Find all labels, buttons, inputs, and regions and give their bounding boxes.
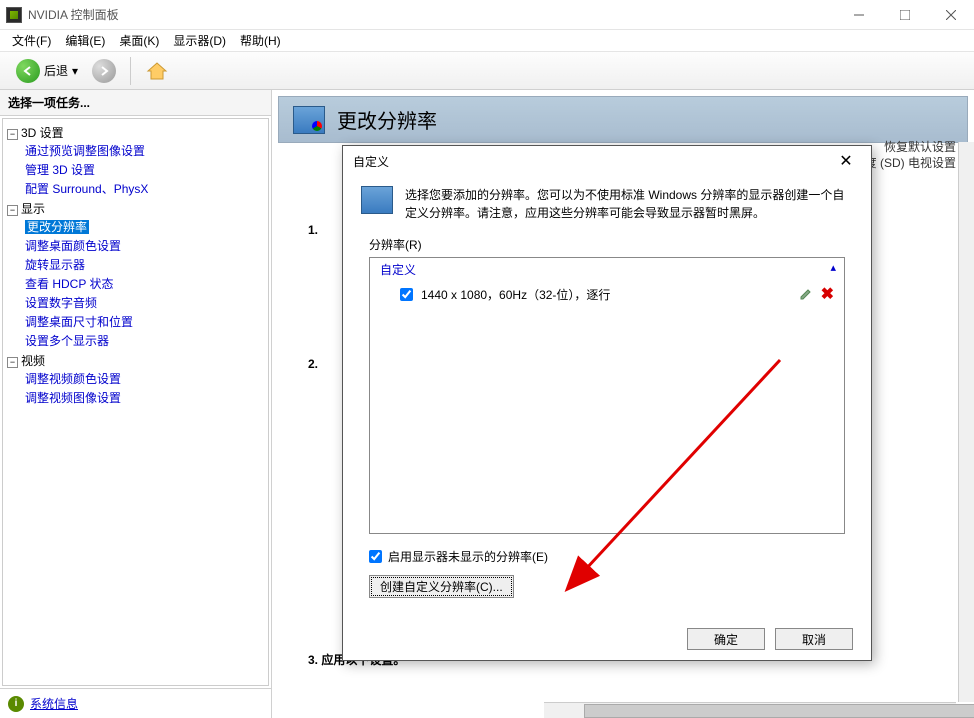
enable-hidden-row: 启用显示器未显示的分辨率(E)	[369, 548, 853, 565]
sidebar-footer: i 系统信息	[0, 688, 271, 718]
content-header: 更改分辨率	[278, 96, 968, 143]
step-2-label: 2.	[308, 357, 318, 371]
titlebar: NVIDIA 控制面板	[0, 0, 974, 30]
dialog-titlebar: 自定义 ✕	[343, 146, 871, 176]
tree-item-manage-3d[interactable]: 管理 3D 设置	[25, 163, 95, 177]
back-dropdown-icon: ▾	[72, 64, 78, 78]
resolution-group-header: 自定义	[370, 258, 844, 281]
toolbar-separator	[130, 57, 131, 85]
dialog-info-row: 选择您要添加的分辨率。您可以为不使用标准 Windows 分辨率的显示器创建一个…	[361, 186, 853, 222]
sd-tv-hint: 度 (SD) 电视设置	[865, 154, 956, 171]
resolution-listbox[interactable]: 自定义 ▴ 1440 x 1080，60Hz（32-位），逐行 ✖	[369, 257, 845, 534]
home-button[interactable]	[141, 57, 173, 85]
horizontal-scrollbar[interactable]	[544, 702, 956, 718]
sidebar-header: 选择一项任务...	[0, 90, 271, 116]
enable-hidden-checkbox[interactable]	[369, 550, 382, 563]
monitor-icon	[293, 106, 325, 134]
tree-group-label: 视频	[21, 354, 45, 368]
menu-help[interactable]: 帮助(H)	[240, 32, 281, 49]
dialog-close-button[interactable]: ✕	[831, 151, 861, 171]
home-icon	[145, 59, 169, 83]
resolution-item[interactable]: 1440 x 1080，60Hz（32-位），逐行 ✖	[370, 281, 844, 307]
monitor-icon	[361, 186, 393, 214]
app-icon	[6, 7, 22, 23]
menu-file[interactable]: 文件(F)	[12, 32, 51, 49]
tree-item-change-resolution[interactable]: 更改分辨率	[25, 220, 89, 234]
tree-group-label: 显示	[21, 202, 45, 216]
resolution-label: 分辨率(R)	[369, 236, 853, 253]
tree-group-3d: −3D 设置 通过预览调整图像设置 管理 3D 设置 配置 Surround、P…	[7, 123, 268, 199]
maximize-button[interactable]	[882, 0, 928, 30]
edit-icon[interactable]	[799, 287, 813, 301]
resolution-checkbox[interactable]	[400, 288, 413, 301]
vertical-scrollbar[interactable]	[958, 142, 974, 702]
collapse-icon[interactable]: −	[7, 129, 18, 140]
scrollbar-thumb[interactable]	[584, 704, 974, 718]
tree-item-multiple-displays[interactable]: 设置多个显示器	[25, 334, 109, 348]
menu-desktop[interactable]: 桌面(K)	[119, 32, 159, 49]
ok-button[interactable]: 确定	[687, 628, 765, 650]
menu-edit[interactable]: 编辑(E)	[65, 32, 105, 49]
collapse-icon[interactable]: −	[7, 205, 18, 216]
menubar: 文件(F) 编辑(E) 桌面(K) 显示器(D) 帮助(H)	[0, 30, 974, 52]
enable-hidden-label: 启用显示器未显示的分辨率(E)	[388, 548, 548, 565]
close-button[interactable]	[928, 0, 974, 30]
dialog-title: 自定义	[353, 153, 389, 170]
tree-item-surround-physx[interactable]: 配置 Surround、PhysX	[25, 182, 148, 196]
tree-item-video-image[interactable]: 调整视频图像设置	[25, 391, 121, 405]
toolbar: 后退 ▾	[0, 52, 974, 90]
restore-defaults-link[interactable]: 恢复默认设置	[884, 138, 956, 155]
tree-item-video-color[interactable]: 调整视频颜色设置	[25, 372, 121, 386]
step-1-label: 1.	[308, 223, 318, 237]
info-icon: i	[8, 696, 24, 712]
tree-item-desktop-size-position[interactable]: 调整桌面尺寸和位置	[25, 315, 133, 329]
page-title: 更改分辨率	[337, 105, 437, 134]
window-controls	[836, 0, 974, 30]
task-tree: −3D 设置 通过预览调整图像设置 管理 3D 设置 配置 Surround、P…	[2, 118, 269, 686]
create-custom-resolution-button[interactable]: 创建自定义分辨率(C)...	[369, 575, 514, 598]
window-title: NVIDIA 控制面板	[28, 6, 119, 23]
cancel-button[interactable]: 取消	[775, 628, 853, 650]
forward-button[interactable]	[88, 57, 120, 85]
forward-icon	[92, 59, 116, 83]
dialog-body: 选择您要添加的分辨率。您可以为不使用标准 Windows 分辨率的显示器创建一个…	[343, 176, 871, 618]
tree-item-digital-audio[interactable]: 设置数字音频	[25, 296, 97, 310]
minimize-button[interactable]	[836, 0, 882, 30]
menu-display[interactable]: 显示器(D)	[173, 32, 226, 49]
tree-group-video: −视频 调整视频颜色设置 调整视频图像设置	[7, 351, 268, 408]
collapse-icon[interactable]: ▴	[830, 261, 836, 274]
dialog-info-text: 选择您要添加的分辨率。您可以为不使用标准 Windows 分辨率的显示器创建一个…	[405, 186, 853, 222]
delete-icon[interactable]: ✖	[821, 284, 834, 304]
tree-group-display: −显示 更改分辨率 调整桌面颜色设置 旋转显示器 查看 HDCP 状态 设置数字…	[7, 199, 268, 351]
dialog-footer: 确定 取消	[343, 618, 871, 660]
back-button[interactable]: 后退 ▾	[12, 57, 82, 85]
back-label: 后退	[44, 62, 68, 79]
tree-item-rotate-display[interactable]: 旋转显示器	[25, 258, 85, 272]
tree-item-preview-adjust[interactable]: 通过预览调整图像设置	[25, 144, 145, 158]
tree-item-hdcp-status[interactable]: 查看 HDCP 状态	[25, 277, 113, 291]
back-icon	[16, 59, 40, 83]
tree-item-adjust-desktop-color[interactable]: 调整桌面颜色设置	[25, 239, 121, 253]
tree-group-label: 3D 设置	[21, 126, 64, 140]
collapse-icon[interactable]: −	[7, 357, 18, 368]
custom-resolution-dialog: 自定义 ✕ 选择您要添加的分辨率。您可以为不使用标准 Windows 分辨率的显…	[342, 145, 872, 661]
resolution-item-label: 1440 x 1080，60Hz（32-位），逐行	[421, 286, 610, 303]
sidebar: 选择一项任务... −3D 设置 通过预览调整图像设置 管理 3D 设置 配置 …	[0, 90, 272, 718]
system-info-link[interactable]: 系统信息	[30, 695, 78, 712]
